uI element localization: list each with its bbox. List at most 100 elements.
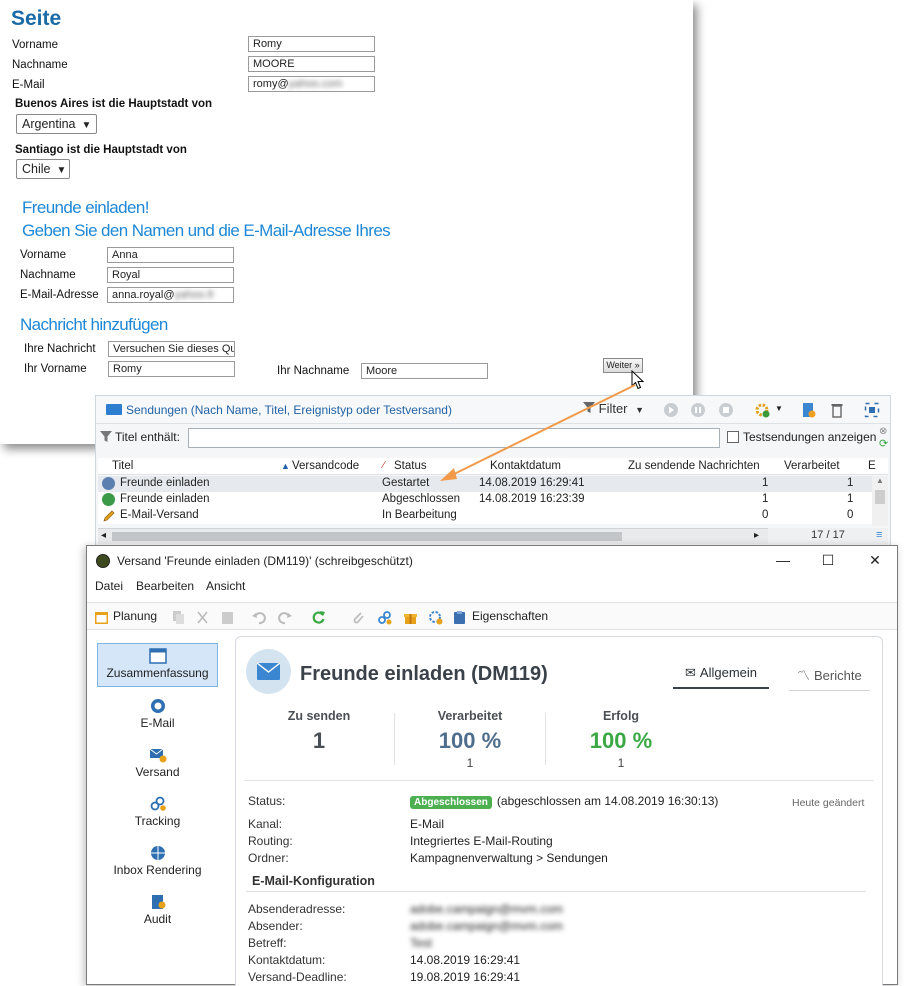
maximize-icon[interactable]: ☐ bbox=[818, 552, 838, 569]
redo-icon[interactable] bbox=[277, 610, 292, 625]
undo-icon[interactable] bbox=[252, 610, 267, 625]
dropdown-arrow-icon: ▼ bbox=[56, 165, 67, 176]
vorname-input[interactable]: Romy bbox=[248, 36, 375, 52]
sidebar-item-audit[interactable]: Audit bbox=[97, 890, 218, 934]
column-header-status[interactable]: Status bbox=[394, 460, 427, 472]
fullscreen-icon[interactable] bbox=[864, 402, 880, 418]
routing-value: Integriertes E-Mail-Routing bbox=[410, 834, 553, 848]
scissors-icon[interactable] bbox=[195, 610, 210, 625]
tab-general[interactable]: ✉ Allgemein bbox=[673, 665, 769, 689]
email-value: romy@ bbox=[253, 78, 289, 90]
your-nachname-input[interactable]: Moore bbox=[361, 363, 488, 379]
folder-value: Kampagnenverwaltung > Sendungen bbox=[410, 851, 608, 865]
paste-icon[interactable] bbox=[220, 610, 235, 625]
sidebar-item-label: Tracking bbox=[134, 814, 181, 828]
column-header-title[interactable]: Titel bbox=[112, 460, 133, 472]
friend-nachname-label: Nachname bbox=[20, 269, 76, 281]
column-header-to-send[interactable]: Zu sendende Nachrichten bbox=[628, 460, 760, 472]
sidebar-item-email[interactable]: E-Mail bbox=[97, 694, 218, 738]
changed-text: Heute geändert bbox=[792, 797, 865, 809]
nachname-input[interactable]: MOORE bbox=[248, 56, 375, 72]
delivery-avatar bbox=[246, 649, 291, 694]
page-title: Seite bbox=[11, 7, 62, 30]
friend-nachname-input[interactable]: Royal bbox=[107, 267, 234, 283]
sender-address-label: Absenderadresse: bbox=[248, 902, 346, 916]
table-row[interactable]: Freunde einladen Gestartet 14.08.2019 16… bbox=[98, 476, 872, 492]
test-deliveries-checkbox[interactable] bbox=[727, 431, 739, 443]
stop-icon[interactable] bbox=[718, 402, 734, 418]
friend-email-label: E-Mail-Adresse bbox=[20, 289, 99, 301]
gift-icon[interactable] bbox=[403, 610, 418, 625]
question-2-select[interactable]: Chile ▼ bbox=[16, 159, 70, 179]
friend-vorname-input[interactable]: Anna bbox=[107, 247, 234, 263]
stat-to-send: Zu senden 1 bbox=[244, 709, 394, 756]
properties-button[interactable]: Eigenschaften bbox=[472, 609, 548, 623]
settings-check-icon[interactable] bbox=[428, 610, 443, 625]
row-to-send: 1 bbox=[762, 477, 769, 489]
your-vorname-input[interactable]: Romy bbox=[108, 361, 235, 377]
summary-panel: Freunde einladen (DM119) ✉ Allgemein 〽 Ber… bbox=[235, 636, 883, 986]
new-delivery-icon[interactable] bbox=[800, 402, 816, 418]
row-to-send: 1 bbox=[762, 493, 769, 505]
minimize-icon[interactable]: — bbox=[773, 552, 793, 568]
filter-label: Titel enthält: bbox=[115, 430, 180, 444]
question-1-select[interactable]: Argentina ▼ bbox=[16, 114, 97, 134]
sidebar-item-inbox-rendering[interactable]: Inbox Rendering bbox=[97, 841, 218, 885]
row-title: Freunde einladen bbox=[120, 493, 210, 505]
title-filter-input[interactable] bbox=[188, 428, 720, 448]
pause-icon[interactable] bbox=[690, 402, 706, 418]
scroll-thumb[interactable] bbox=[875, 490, 885, 504]
link-gear-icon[interactable] bbox=[377, 610, 392, 625]
scroll-right-icon[interactable]: ▸ bbox=[754, 530, 759, 541]
start-icon[interactable] bbox=[663, 402, 679, 418]
sender-value: adobe.campaign@mvm.com bbox=[410, 919, 563, 933]
menu-lines-icon[interactable]: ≡ bbox=[876, 529, 882, 541]
menu-ansicht[interactable]: Ansicht bbox=[206, 579, 245, 593]
menu-datei[interactable]: Datei bbox=[95, 579, 123, 593]
clipboard-icon bbox=[454, 611, 465, 624]
pencil-icon bbox=[103, 510, 115, 522]
friend-email-input[interactable]: anna.royal@yahoo.fr bbox=[107, 287, 234, 303]
row-processed: 1 bbox=[847, 493, 854, 505]
scroll-up-icon[interactable]: ▲ bbox=[872, 476, 888, 485]
horizontal-scrollbar[interactable]: ◂ ▸ bbox=[98, 528, 768, 544]
column-header-processed[interactable]: Verarbeitet bbox=[784, 460, 840, 472]
refresh-icon[interactable]: ⟳ bbox=[879, 437, 888, 450]
trash-icon[interactable] bbox=[829, 402, 845, 418]
globe-icon bbox=[150, 846, 165, 860]
window-sidebar: Zusammenfassung E-Mail Versand Tracking … bbox=[87, 636, 227, 986]
sidebar-item-delivery[interactable]: Versand bbox=[97, 743, 218, 787]
status-text: (abgeschlossen am 14.08.2019 16:30:13) bbox=[496, 794, 719, 808]
vertical-scrollbar[interactable]: ▲ bbox=[872, 476, 888, 526]
column-header-date[interactable]: Kontaktdatum bbox=[490, 460, 561, 472]
scroll-thumb[interactable] bbox=[112, 532, 622, 541]
gear-add-icon[interactable] bbox=[754, 402, 770, 418]
planning-button[interactable]: Planung bbox=[113, 609, 157, 623]
stat-processed: Verarbeitet 100 % 1 bbox=[395, 709, 545, 770]
scroll-left-icon[interactable]: ◂ bbox=[101, 530, 106, 541]
column-header-more[interactable]: E bbox=[868, 460, 876, 472]
contact-date-label: Kontaktdatum: bbox=[248, 953, 326, 967]
column-header-code[interactable]: Versandcode bbox=[292, 460, 359, 472]
chart-line-icon: 〽 bbox=[797, 668, 811, 683]
invite-heading-2: Geben Sie den Namen und die E-Mail-Adres… bbox=[22, 221, 391, 240]
table-row[interactable]: E-Mail-Versand In Bearbeitung 0 0 bbox=[98, 508, 872, 524]
sidebar-item-summary[interactable]: Zusammenfassung bbox=[97, 643, 218, 687]
refresh-icon[interactable] bbox=[311, 610, 326, 625]
filter-button[interactable]: Filter ▼ bbox=[583, 401, 644, 416]
tab-reports[interactable]: 〽 Berichte bbox=[789, 665, 870, 691]
nachname-label: Nachname bbox=[12, 59, 68, 71]
sidebar-item-tracking[interactable]: Tracking bbox=[97, 792, 218, 836]
close-filter-icon[interactable]: ⊗ bbox=[879, 426, 887, 437]
delivery-title: Freunde einladen (DM119) bbox=[300, 663, 548, 685]
message-input[interactable]: Versuchen Sie dieses Qui bbox=[108, 341, 235, 357]
close-icon[interactable]: ✕ bbox=[865, 552, 885, 569]
stat-sub: 1 bbox=[466, 756, 474, 770]
menu-bearbeiten[interactable]: Bearbeiten bbox=[136, 579, 194, 593]
copy-icon[interactable] bbox=[171, 610, 186, 625]
attachment-icon[interactable] bbox=[351, 610, 366, 625]
filter-button-label: Filter bbox=[598, 401, 628, 416]
chevron-down-icon[interactable]: ▼ bbox=[775, 404, 783, 413]
table-row[interactable]: Freunde einladen Abgeschlossen 14.08.201… bbox=[98, 492, 872, 508]
email-input[interactable]: romy@yahoo.com bbox=[248, 76, 375, 92]
